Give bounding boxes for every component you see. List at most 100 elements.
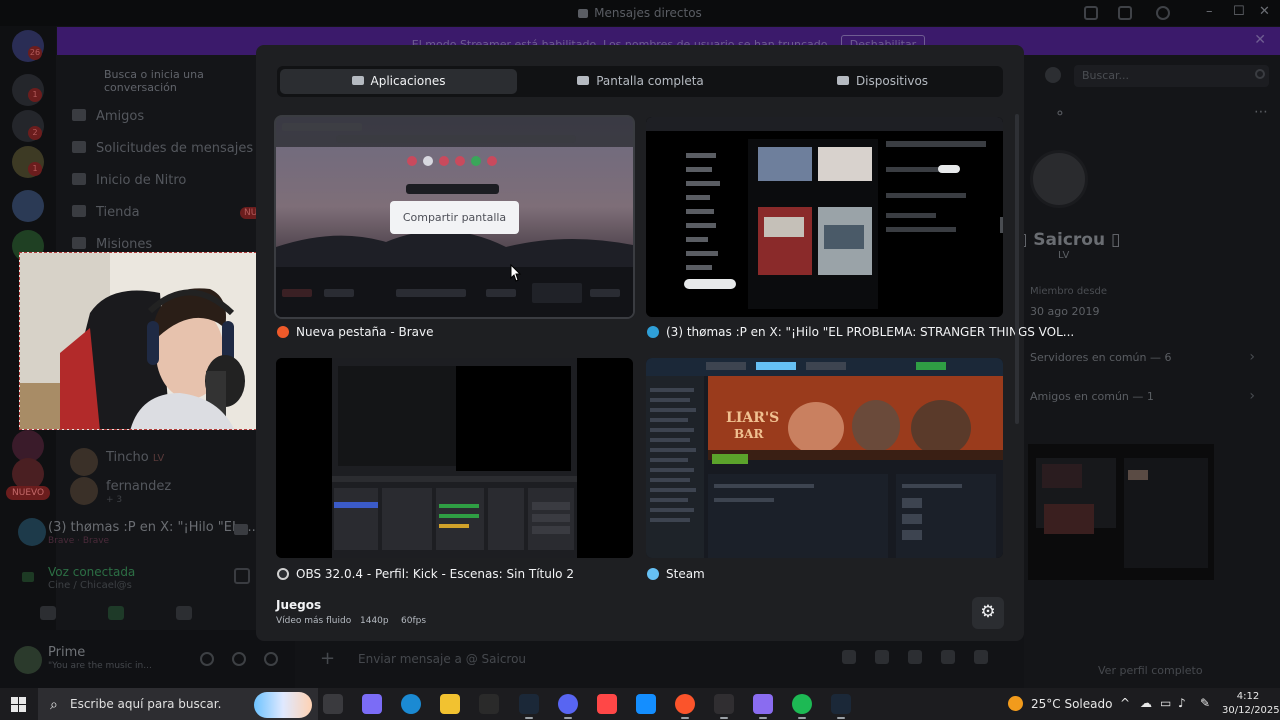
profile-name: ▯ Saicrou ▯ <box>1018 230 1121 250</box>
username: Prime <box>48 645 86 660</box>
app-window-icon <box>351 76 364 85</box>
mutual-friends-row[interactable]: Amigos en común — 1 › <box>1030 388 1255 404</box>
search-highlight-image <box>254 692 312 718</box>
window-card-obs[interactable] <box>276 358 633 558</box>
nav-quests[interactable]: Misiones <box>72 237 152 252</box>
maximize-icon[interactable]: ☐ <box>1233 4 1245 19</box>
camera-off-icon[interactable] <box>40 606 56 620</box>
edge-icon[interactable] <box>401 694 421 714</box>
resolution-label: 1440p <box>360 616 389 626</box>
camera-icon <box>836 76 849 85</box>
pin-icon[interactable] <box>1084 6 1098 20</box>
profile-avatar[interactable] <box>1030 150 1088 208</box>
ea-icon[interactable] <box>597 694 617 714</box>
shop-icon <box>72 205 86 217</box>
inbox-tray-icon[interactable] <box>1118 6 1132 20</box>
gif-icon[interactable] <box>875 650 889 664</box>
discord-icon[interactable] <box>558 694 578 719</box>
nitro-icon <box>72 173 86 185</box>
user-status: "You are the music in... <box>48 661 152 671</box>
help-icon[interactable] <box>1156 6 1170 20</box>
inbox-icon <box>578 9 589 18</box>
cloud-icon[interactable]: ☁ <box>1140 696 1152 710</box>
volume-icon[interactable]: ♪ <box>1178 696 1186 710</box>
tab-applications[interactable]: Aplicaciones <box>280 69 517 94</box>
user-profile-icon[interactable]: ⚬ <box>1054 106 1066 122</box>
modal-scrollbar[interactable] <box>1015 114 1019 424</box>
view-full-profile-link[interactable]: Ver perfil completo <box>1098 664 1203 677</box>
steam-icon[interactable] <box>519 694 539 719</box>
search-input[interactable]: Buscar... <box>1074 65 1269 87</box>
svg-text:LIAR'S: LIAR'S <box>726 410 779 426</box>
screen-share-icon[interactable] <box>108 606 124 620</box>
stream-preview[interactable] <box>1028 444 1214 580</box>
add-friend-icon[interactable] <box>1045 67 1061 83</box>
nav-shop[interactable]: Tienda <box>72 205 140 220</box>
windows-start-icon[interactable] <box>11 697 26 712</box>
voice-channel[interactable]: Cine / Chicael@s <box>48 580 132 591</box>
profile-tag: LV <box>1058 250 1070 261</box>
window-card-x[interactable] <box>646 117 1003 317</box>
screen-share-icon[interactable] <box>234 524 248 535</box>
brave-icon <box>277 326 289 338</box>
source-tabs: Aplicaciones Pantalla completa Dispositi… <box>277 66 1003 97</box>
window-label-obs: OBS 32.0.4 - Perfil: Kick - Escenas: Sin… <box>277 567 574 581</box>
weather-widget[interactable]: 25°C Soleado <box>1008 696 1112 711</box>
microphone-icon[interactable] <box>200 652 214 666</box>
notification-badge: 26 <box>28 46 42 60</box>
more-options-icon[interactable]: ⋯ <box>1254 104 1268 120</box>
nav-message-requests[interactable]: Solicitudes de mensajes <box>72 141 253 156</box>
spotify-icon[interactable] <box>792 694 812 719</box>
task-view-icon[interactable] <box>323 694 343 714</box>
close-icon[interactable]: ✕ <box>1259 4 1270 19</box>
file-explorer-icon[interactable] <box>440 694 460 714</box>
mutual-servers-row[interactable]: Servidores en común — 6 › <box>1030 349 1255 365</box>
apps-icon[interactable] <box>974 650 988 664</box>
share-screen-button[interactable]: Compartir pantalla <box>390 201 519 234</box>
add-attachment-icon[interactable]: + <box>320 648 335 669</box>
headphones-icon[interactable] <box>232 652 246 666</box>
network-icon[interactable]: ▭ <box>1160 696 1171 710</box>
nav-nitro[interactable]: Inicio de Nitro <box>72 173 186 188</box>
obs-icon[interactable] <box>714 694 734 719</box>
signal-icon <box>22 572 34 582</box>
message-input[interactable]: + Enviar mensaje a @ Saicrou <box>310 646 1010 672</box>
user-tag: LV <box>152 453 165 464</box>
stream-settings-button[interactable]: ⚙ <box>972 597 1004 629</box>
obs-icon <box>277 568 289 580</box>
activities-icon[interactable] <box>176 606 192 620</box>
settings-icon[interactable] <box>264 652 278 666</box>
voice-connected-label: Voz conectada <box>48 565 136 579</box>
member-since-label: Miembro desde <box>1030 286 1108 297</box>
chevron-right-icon: › <box>1249 349 1255 365</box>
chevron-up-icon[interactable]: ^ <box>1120 696 1130 710</box>
steam-icon-2[interactable] <box>831 694 851 719</box>
gift-icon[interactable] <box>842 650 856 664</box>
video-mode-label: Vídeo más fluido <box>276 616 352 626</box>
brave-icon[interactable] <box>675 694 695 719</box>
edge-icon <box>647 326 659 338</box>
disconnect-icon[interactable] <box>234 568 250 584</box>
window-card-steam[interactable]: LIAR'S BAR <box>646 358 1003 558</box>
taskbar-search-input[interactable]: ⌕ Escribe aquí para buscar. <box>38 688 318 720</box>
minimize-icon[interactable]: – <box>1206 4 1213 19</box>
search-icon: ⌕ <box>50 697 58 713</box>
close-banner-icon[interactable]: ✕ <box>1254 32 1266 48</box>
copilot-icon[interactable] <box>362 694 382 714</box>
sticker-icon[interactable] <box>908 650 922 664</box>
nav-friends[interactable]: Amigos <box>72 109 144 124</box>
gamepad-icon[interactable] <box>753 694 773 719</box>
pen-icon[interactable]: ✎ <box>1200 696 1210 710</box>
tab-full-screen[interactable]: Pantalla completa <box>522 69 759 94</box>
system-clock[interactable]: 4:12 30/12/2025 <box>1222 690 1280 718</box>
battlenet-icon[interactable] <box>636 694 656 714</box>
avatar <box>70 448 98 476</box>
svg-text:BAR: BAR <box>734 427 764 441</box>
tab-devices[interactable]: Dispositivos <box>764 69 1001 94</box>
chevron-right-icon: › <box>1249 388 1255 404</box>
emoji-icon[interactable] <box>941 650 955 664</box>
epic-games-icon[interactable] <box>479 694 499 714</box>
dm-search-input[interactable]: Busca o inicia una conversación <box>96 64 256 94</box>
user-avatar[interactable] <box>14 646 42 674</box>
server-icon[interactable] <box>12 190 44 222</box>
